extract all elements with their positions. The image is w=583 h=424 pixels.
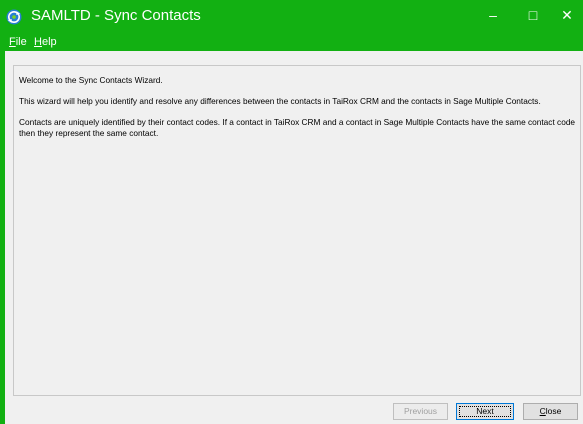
previous-button[interactable]: Previous <box>393 403 448 420</box>
close-window-button[interactable]: ✕ <box>550 0 583 30</box>
menu-help-label: elp <box>41 36 57 48</box>
next-button[interactable]: Next <box>456 403 514 420</box>
maximize-button[interactable]: □ <box>516 0 550 30</box>
welcome-text: Welcome to the Sync Contacts Wizard. <box>19 75 163 85</box>
application-window: SAMLTD - Sync Contacts – □ ✕ File Help W… <box>0 0 583 424</box>
minimize-button[interactable]: – <box>476 0 510 30</box>
menu-bar: File Help <box>0 34 583 51</box>
close-button[interactable]: Close <box>523 403 578 420</box>
previous-button-label: Previous <box>403 406 438 416</box>
menu-file[interactable]: File <box>9 36 27 48</box>
menu-help[interactable]: Help <box>34 36 57 48</box>
window-title: SAMLTD - Sync Contacts <box>31 7 201 24</box>
wizard-content-panel: Welcome to the Sync Contacts Wizard. Thi… <box>13 65 581 396</box>
contact-code-text: Contacts are uniquely identified by thei… <box>19 117 576 138</box>
close-button-rest: lose <box>545 406 562 416</box>
menu-file-mnemonic: F <box>9 36 16 48</box>
description-text: This wizard will help you identify and r… <box>19 96 541 106</box>
close-button-label: Close <box>540 406 562 416</box>
next-button-label: Next <box>476 406 494 416</box>
menu-help-mnemonic: H <box>34 36 42 48</box>
menu-file-label: ile <box>15 36 27 48</box>
sync-app-icon <box>6 9 22 25</box>
title-bar[interactable]: SAMLTD - Sync Contacts – □ ✕ <box>0 0 583 34</box>
client-area: Welcome to the Sync Contacts Wizard. Thi… <box>5 51 583 424</box>
